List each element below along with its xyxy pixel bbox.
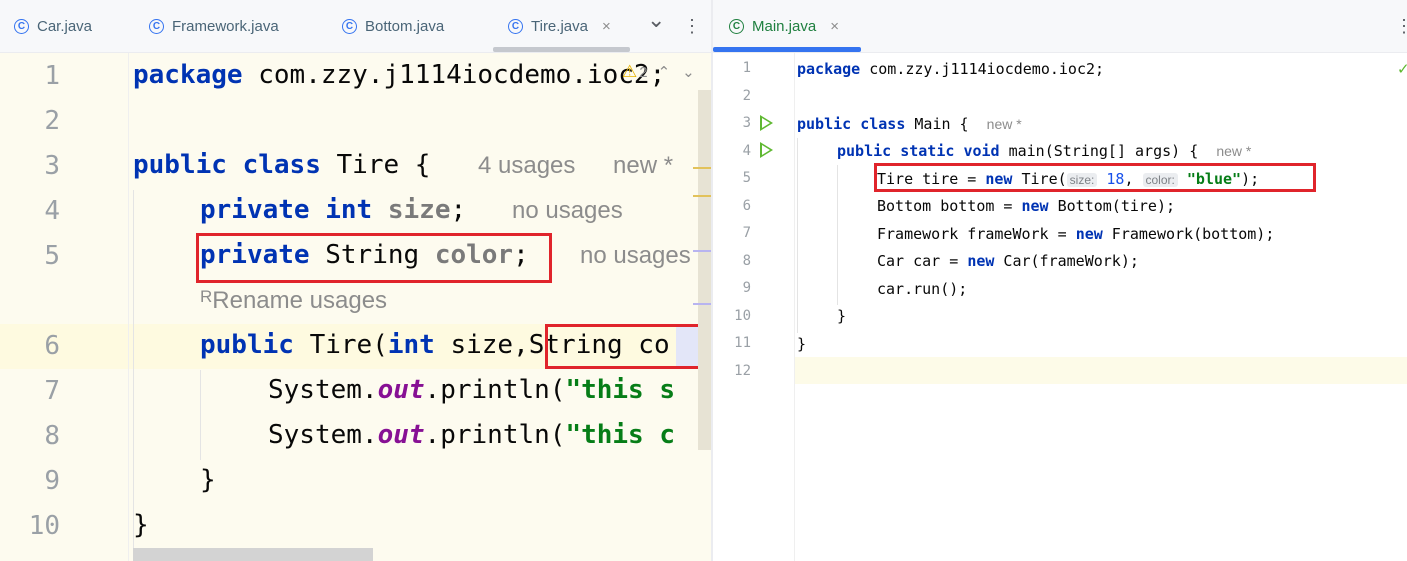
code-line-3[interactable]: public class Tire { — [133, 150, 430, 180]
indent-guide — [133, 190, 134, 550]
current-line-highlight — [795, 357, 1407, 384]
check-icon[interactable]: ✓ — [1397, 60, 1407, 78]
line-number: 9 — [44, 466, 60, 496]
active-tab-underline — [713, 47, 861, 52]
code-line-7[interactable]: System.out.println("this s — [268, 375, 675, 405]
left-tab-bar: C Car.java C Framework.java C Bottom.jav… — [0, 0, 711, 53]
close-icon[interactable]: × — [602, 18, 611, 35]
vertical-scrollbar[interactable] — [698, 90, 711, 450]
left-editor-pane: C Car.java C Framework.java C Bottom.jav… — [0, 0, 711, 561]
indent-guide — [837, 165, 838, 305]
chevron-down-icon[interactable]: ⌄ — [647, 0, 665, 46]
class-run-icon: C — [729, 18, 744, 34]
horizontal-scrollbar[interactable] — [133, 548, 373, 561]
code-line-4[interactable]: private int size; — [200, 195, 466, 225]
tab-tire-java[interactable]: C Tire.java × — [493, 0, 630, 52]
code-line-7[interactable]: Framework frameWork = new Framework(bott… — [877, 225, 1274, 243]
highlight-box-constructor-param — [545, 324, 711, 369]
line-number: 5 — [742, 170, 751, 186]
code-line-11[interactable]: } — [797, 335, 806, 353]
tab-label: Bottom.java — [365, 17, 445, 35]
gutter-separator — [794, 53, 795, 561]
chevron-down-icon[interactable]: ⌄ — [682, 63, 695, 81]
class-icon: C — [149, 18, 164, 34]
warning-count: 2 — [639, 63, 648, 81]
author-hint[interactable]: new * — [613, 152, 673, 180]
scroll-marker — [693, 167, 711, 169]
highlight-box-color-field — [196, 233, 552, 283]
right-editor-pane: C Main.java × ⋮ 1 2 3 4 5 6 7 8 9 10 11 … — [713, 0, 1407, 561]
more-options-icon[interactable]: ⋮ — [683, 0, 701, 52]
right-tab-bar: C Main.java × ⋮ — [713, 0, 1407, 53]
inspection-widget[interactable]: ⚠ 2 ⌃ ⌄ — [622, 62, 695, 82]
code-line-1[interactable]: package com.zzy.j1114iocdemo.ioc2; — [133, 60, 665, 90]
code-line-4[interactable]: public static void main(String[] args) {… — [837, 142, 1251, 160]
gutter-separator — [128, 53, 129, 561]
code-line-10[interactable]: } — [133, 510, 149, 540]
tab-label: Framework.java — [172, 17, 279, 35]
code-line-9[interactable]: } — [200, 465, 216, 495]
author-hint[interactable]: new * — [1216, 143, 1251, 159]
line-number: 1 — [742, 60, 751, 76]
tab-label: Main.java — [752, 17, 817, 35]
line-number: 7 — [44, 376, 60, 406]
code-line-8[interactable]: Car car = new Car(frameWork); — [877, 252, 1139, 270]
line-number: 1 — [44, 61, 60, 91]
highlight-box-constructor-call — [874, 163, 1316, 192]
code-line-9[interactable]: car.run(); — [877, 280, 967, 298]
line-number: 11 — [734, 335, 751, 351]
line-number: 8 — [742, 253, 751, 269]
line-number: 2 — [44, 106, 60, 136]
rename-usages-hint[interactable]: RRename usages — [200, 287, 387, 315]
line-number: 3 — [44, 151, 60, 181]
rename-icon: R — [200, 287, 213, 306]
chevron-up-icon[interactable]: ⌃ — [658, 63, 671, 81]
author-hint[interactable]: new * — [987, 116, 1022, 132]
tab-label: Tire.java — [531, 17, 588, 35]
indent-guide — [200, 370, 201, 460]
line-number: 4 — [44, 196, 60, 226]
run-icon[interactable] — [760, 142, 773, 158]
line-number: 3 — [742, 115, 751, 131]
scroll-marker — [693, 303, 711, 305]
code-line-1[interactable]: package com.zzy.j1114iocdemo.ioc2; — [797, 60, 1104, 78]
active-tab-underline — [493, 47, 630, 52]
line-number: 4 — [742, 143, 751, 159]
scroll-marker — [693, 195, 711, 197]
code-line-10[interactable]: } — [837, 307, 846, 325]
usages-hint[interactable]: 4 usages — [478, 152, 575, 180]
warning-icon: ⚠ — [622, 62, 638, 81]
usages-hint[interactable]: no usages — [580, 242, 691, 270]
line-number: 6 — [44, 331, 60, 361]
tab-framework-java[interactable]: C Framework.java — [149, 0, 279, 52]
tab-label: Car.java — [37, 17, 93, 35]
line-number: 7 — [742, 225, 751, 241]
line-number: 8 — [44, 421, 60, 451]
tab-bottom-java[interactable]: C Bottom.java — [342, 0, 444, 52]
indent-guide — [797, 138, 798, 333]
class-icon: C — [508, 18, 523, 34]
class-icon: C — [14, 18, 29, 34]
tab-car-java[interactable]: C Car.java — [14, 0, 92, 52]
class-icon: C — [342, 18, 357, 34]
code-line-6[interactable]: Bottom bottom = new Bottom(tire); — [877, 197, 1175, 215]
code-line-8[interactable]: System.out.println("this c — [268, 420, 675, 450]
line-number: 5 — [44, 241, 60, 271]
scroll-marker — [693, 250, 711, 252]
more-options-icon[interactable]: ⋮ — [1395, 0, 1407, 52]
line-number: 10 — [734, 308, 751, 324]
line-number: 6 — [742, 198, 751, 214]
code-line-3[interactable]: public class Main { new * — [797, 115, 1022, 133]
tab-main-java[interactable]: C Main.java × — [713, 0, 861, 52]
line-number: 10 — [28, 511, 60, 541]
line-number: 9 — [742, 280, 751, 296]
usages-hint[interactable]: no usages — [512, 197, 623, 225]
run-icon[interactable] — [760, 115, 773, 131]
line-number: 2 — [742, 88, 751, 104]
close-icon[interactable]: × — [830, 18, 839, 35]
line-number: 12 — [734, 363, 751, 379]
